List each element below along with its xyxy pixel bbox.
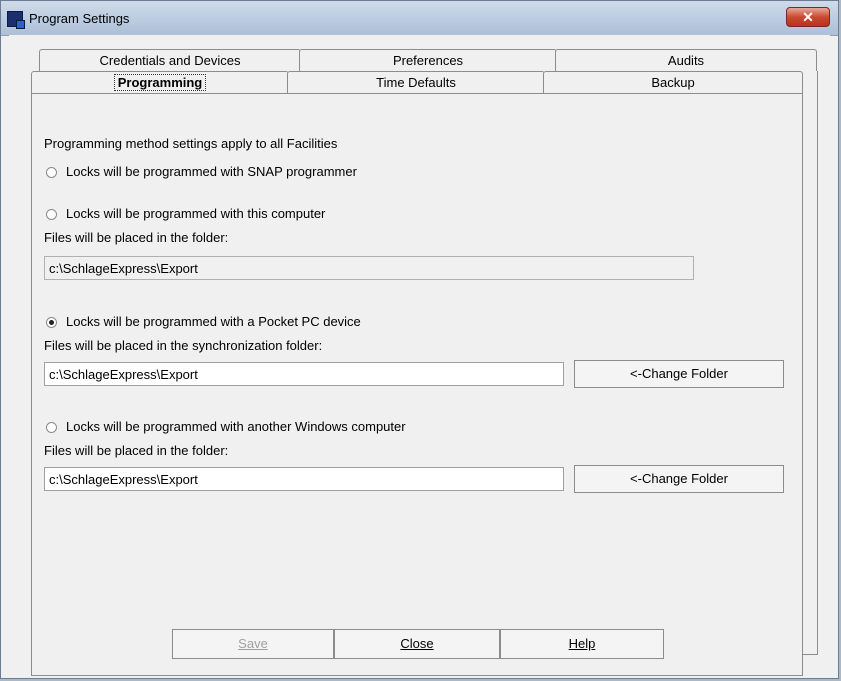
computer-folder-field <box>44 256 694 280</box>
close-window-button[interactable]: ✕ <box>786 7 830 27</box>
tab-time-defaults[interactable]: Time Defaults <box>287 71 545 93</box>
tab-preferences[interactable]: Preferences <box>299 49 557 71</box>
save-button-label: Save <box>238 636 268 651</box>
close-icon: ✕ <box>802 9 814 25</box>
program-settings-window: Program Settings ✕ Credentials and Devic… <box>0 0 839 679</box>
option-pocketpc-label[interactable]: Locks will be programmed with a Pocket P… <box>66 314 361 329</box>
computer-folder-label: Files will be placed in the folder: <box>44 230 229 245</box>
pocketpc-folder-field[interactable] <box>44 362 564 386</box>
tab-credentials-and-devices-label: Credentials and Devices <box>99 53 241 68</box>
help-button[interactable]: Help <box>500 629 664 659</box>
tab-preferences-label: Preferences <box>392 53 464 68</box>
change-folder-button-pocketpc[interactable]: <-Change Folder <box>574 360 784 388</box>
intro-text: Programming method settings apply to all… <box>44 136 338 151</box>
close-button-label: Close <box>400 636 434 651</box>
title-bar[interactable]: Program Settings ✕ <box>1 1 838 36</box>
app-icon <box>7 11 25 29</box>
save-button[interactable]: Save <box>172 629 334 659</box>
tab-time-defaults-label: Time Defaults <box>376 75 456 90</box>
help-button-label: Help <box>568 636 596 651</box>
programming-panel: Programming method settings apply to all… <box>31 93 803 676</box>
tab-audits-label: Audits <box>667 53 705 68</box>
radio-snap-programmer[interactable] <box>46 167 57 178</box>
close-button[interactable]: Close <box>334 629 500 659</box>
dialog-client: Credentials and Devices Preferences Audi… <box>9 35 830 676</box>
windows-folder-label: Files will be placed in the folder: <box>44 443 229 458</box>
pocketpc-folder-label: Files will be placed in the synchronizat… <box>44 338 323 353</box>
radio-this-computer[interactable] <box>46 209 57 220</box>
windows-folder-field[interactable] <box>44 467 564 491</box>
option-computer-label[interactable]: Locks will be programmed with this compu… <box>66 206 325 221</box>
change-folder-button-windows[interactable]: <-Change Folder <box>574 465 784 493</box>
tab-backup-label: Backup <box>651 75 695 90</box>
option-windows-label[interactable]: Locks will be programmed with another Wi… <box>66 419 406 434</box>
tab-backup[interactable]: Backup <box>543 71 803 93</box>
tab-audits[interactable]: Audits <box>555 49 817 71</box>
tab-credentials-and-devices[interactable]: Credentials and Devices <box>39 49 301 71</box>
option-snap-label[interactable]: Locks will be programmed with SNAP progr… <box>66 164 357 179</box>
window-title: Program Settings <box>29 11 130 26</box>
radio-pocket-pc[interactable] <box>46 317 57 328</box>
radio-another-windows[interactable] <box>46 422 57 433</box>
tab-programming[interactable]: Programming <box>31 71 289 93</box>
tab-programming-label: Programming <box>113 74 207 91</box>
